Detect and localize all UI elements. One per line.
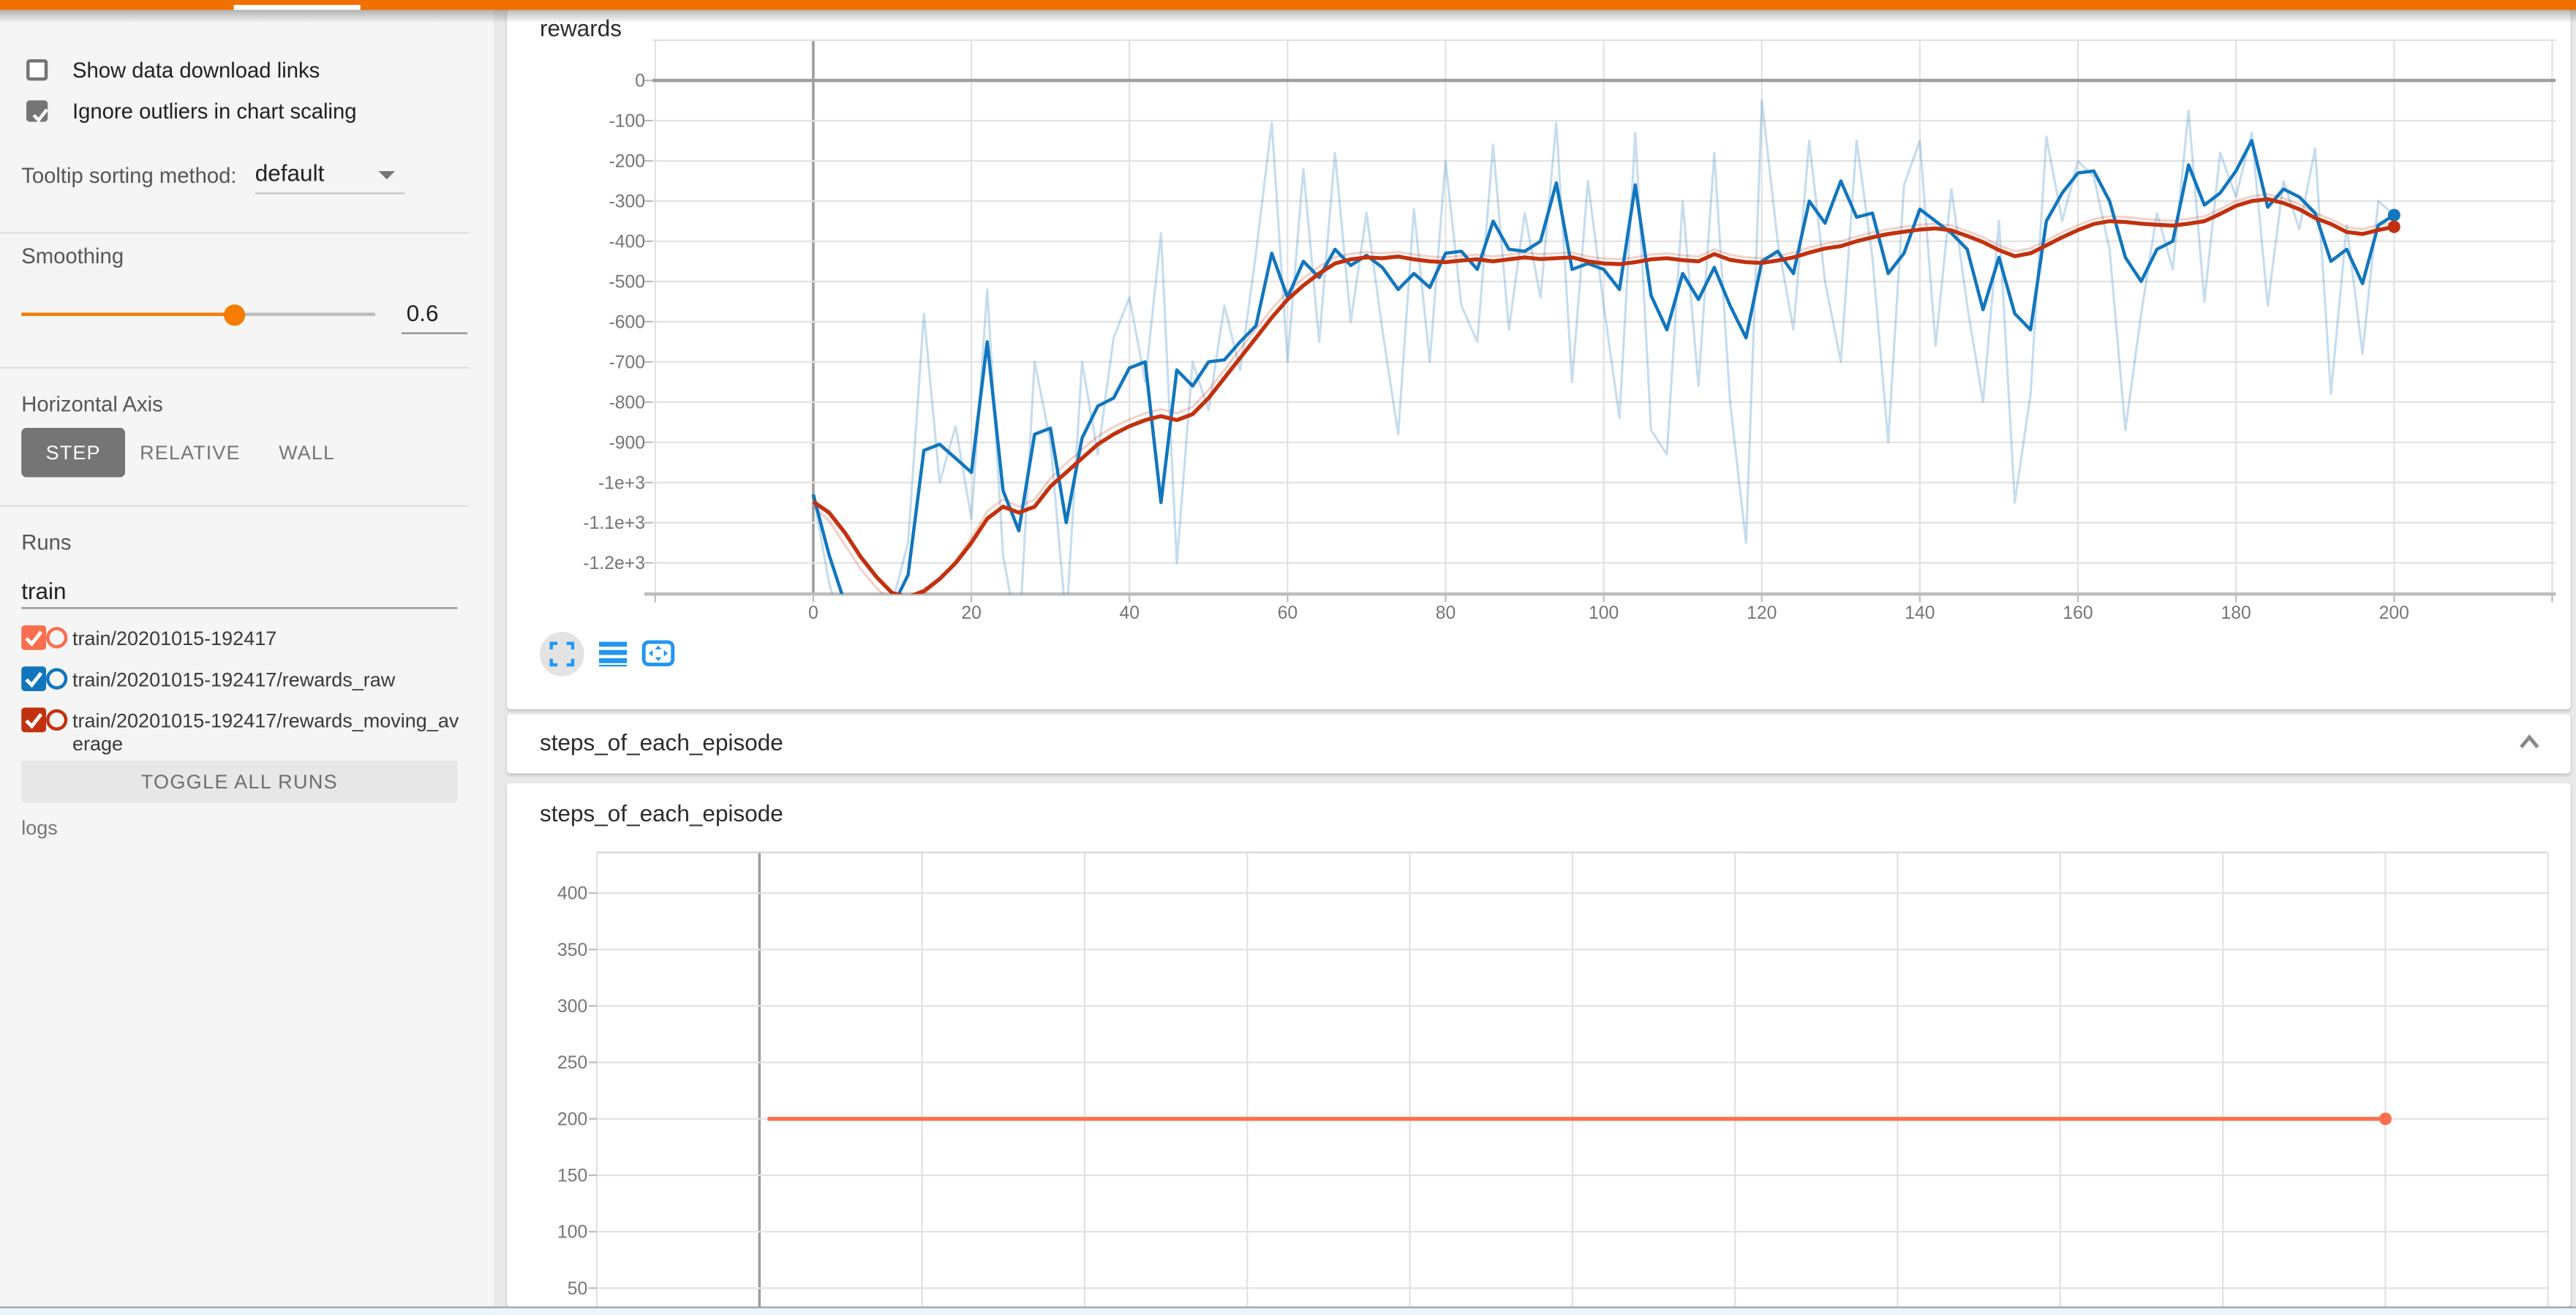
- svg-text:-600: -600: [609, 312, 645, 332]
- run-label: train/20201015-192417/rewards_moving_ave…: [72, 709, 467, 756]
- svg-text:200: 200: [2379, 603, 2409, 623]
- logs-label: logs: [21, 816, 58, 840]
- run-filter-underline: [21, 607, 457, 608]
- svg-text:150: 150: [557, 1167, 587, 1186]
- svg-text:-300: -300: [609, 192, 645, 211]
- collapse-chevron-icon[interactable]: [2515, 731, 2545, 754]
- svg-text:-400: -400: [609, 232, 645, 252]
- svg-text:40: 40: [1119, 603, 1140, 623]
- svg-text:-1e+3: -1e+3: [598, 473, 645, 493]
- expand-icon: [550, 641, 575, 666]
- show-data-download-links-label: Show data download links: [72, 58, 320, 83]
- steps-of-each-episode-card: steps_of_each_episode 400350300250200150…: [507, 783, 2571, 1307]
- smoothing-value-underline: [402, 333, 467, 334]
- ignore-outliers-checkbox[interactable]: [26, 100, 48, 121]
- app-header-bar: [0, 0, 2576, 10]
- svg-text:160: 160: [2063, 603, 2093, 623]
- run-checkbox[interactable]: [21, 666, 46, 691]
- svg-text:120: 120: [1747, 603, 1777, 623]
- rewards-chart[interactable]: 0 -100 -200 -300 -400 -500 -600 -700 -800 -900 -1e…: [507, 10, 2571, 629]
- divider: [0, 367, 469, 369]
- runs-label: Runs: [21, 530, 71, 555]
- svg-text:-700: -700: [609, 353, 645, 372]
- svg-text:140: 140: [1905, 603, 1935, 623]
- check-icon: [30, 104, 51, 125]
- tooltip-sorting-select[interactable]: default: [255, 159, 325, 186]
- svg-text:80: 80: [1436, 603, 1456, 623]
- svg-text:180: 180: [2221, 603, 2251, 623]
- settings-sidebar: Show data download links Ignore outliers…: [0, 10, 494, 1315]
- svg-text:-900: -900: [609, 433, 645, 453]
- svg-text:-100: -100: [609, 112, 645, 132]
- ignore-outliers-label: Ignore outliers in chart scaling: [72, 99, 357, 124]
- svg-text:250: 250: [557, 1053, 587, 1073]
- axis-wall-button[interactable]: WALL: [255, 428, 359, 478]
- run-color-radio[interactable]: [46, 627, 67, 648]
- svg-text:0: 0: [808, 603, 818, 623]
- steps-chart[interactable]: 400 350 300 250 200 150 100 50: [507, 783, 2571, 1307]
- run-color-radio[interactable]: [46, 668, 67, 690]
- tooltip-sorting-underline: [255, 192, 405, 194]
- svg-text:-1.1e+3: -1.1e+3: [583, 513, 645, 533]
- run-checkbox[interactable]: [21, 708, 46, 733]
- run-checkbox[interactable]: [21, 625, 46, 650]
- tooltip-sorting-label: Tooltip sorting method:: [21, 163, 236, 188]
- run-color-radio[interactable]: [46, 709, 67, 731]
- axis-relative-button[interactable]: RELATIVE: [138, 428, 242, 478]
- svg-text:400: 400: [557, 884, 587, 904]
- horizontal-scrollbar[interactable]: [0, 1308, 2576, 1315]
- section-header-steps-of-each-episode[interactable]: steps_of_each_episode: [507, 715, 2571, 774]
- svg-text:300: 300: [557, 997, 587, 1017]
- svg-text:-1.2e+3: -1.2e+3: [583, 554, 645, 573]
- svg-text:100: 100: [1589, 603, 1619, 623]
- run-label: train/20201015-192417: [72, 627, 467, 650]
- section-title: steps_of_each_episode: [540, 729, 783, 756]
- toggle-all-runs-button[interactable]: TOGGLE ALL RUNS: [21, 761, 457, 804]
- svg-text:60: 60: [1278, 603, 1298, 623]
- expand-card-button[interactable]: [540, 631, 584, 676]
- svg-text:100: 100: [557, 1223, 587, 1243]
- divider: [0, 232, 469, 233]
- data-series-list-icon[interactable]: [599, 640, 627, 666]
- smoothing-label: Smoothing: [21, 244, 124, 268]
- svg-text:-200: -200: [609, 152, 645, 172]
- smoothing-value[interactable]: 0.6: [407, 300, 439, 326]
- svg-text:50: 50: [568, 1279, 588, 1299]
- svg-text:-800: -800: [609, 393, 645, 412]
- svg-text:350: 350: [557, 941, 587, 960]
- fit-domain-icon[interactable]: [642, 640, 675, 666]
- check-icon: [21, 708, 46, 733]
- svg-text:0: 0: [635, 72, 645, 91]
- divider: [0, 505, 469, 507]
- run-filter-input[interactable]: train: [21, 578, 66, 604]
- chart-toolbar: [540, 630, 675, 677]
- run-label: train/20201015-192417/rewards_raw: [72, 668, 467, 692]
- smoothing-slider-thumb[interactable]: [223, 304, 244, 325]
- rewards-card: rewards 0-100-200-300-400-500-600-700-80…: [507, 10, 2571, 709]
- smoothing-slider-fill: [21, 313, 233, 317]
- check-icon: [21, 666, 46, 691]
- chevron-down-icon[interactable]: [379, 171, 396, 179]
- svg-text:-500: -500: [609, 272, 645, 292]
- show-data-download-links-checkbox[interactable]: [26, 59, 48, 80]
- axis-step-button[interactable]: STEP: [21, 428, 125, 478]
- horizontal-axis-label: Horizontal Axis: [21, 392, 162, 417]
- svg-text:20: 20: [961, 603, 982, 623]
- active-tab-indicator: [234, 5, 361, 10]
- svg-text:200: 200: [557, 1109, 587, 1129]
- check-icon: [21, 625, 46, 650]
- tensorboard-window: Show data download links Ignore outliers…: [0, 0, 2576, 1315]
